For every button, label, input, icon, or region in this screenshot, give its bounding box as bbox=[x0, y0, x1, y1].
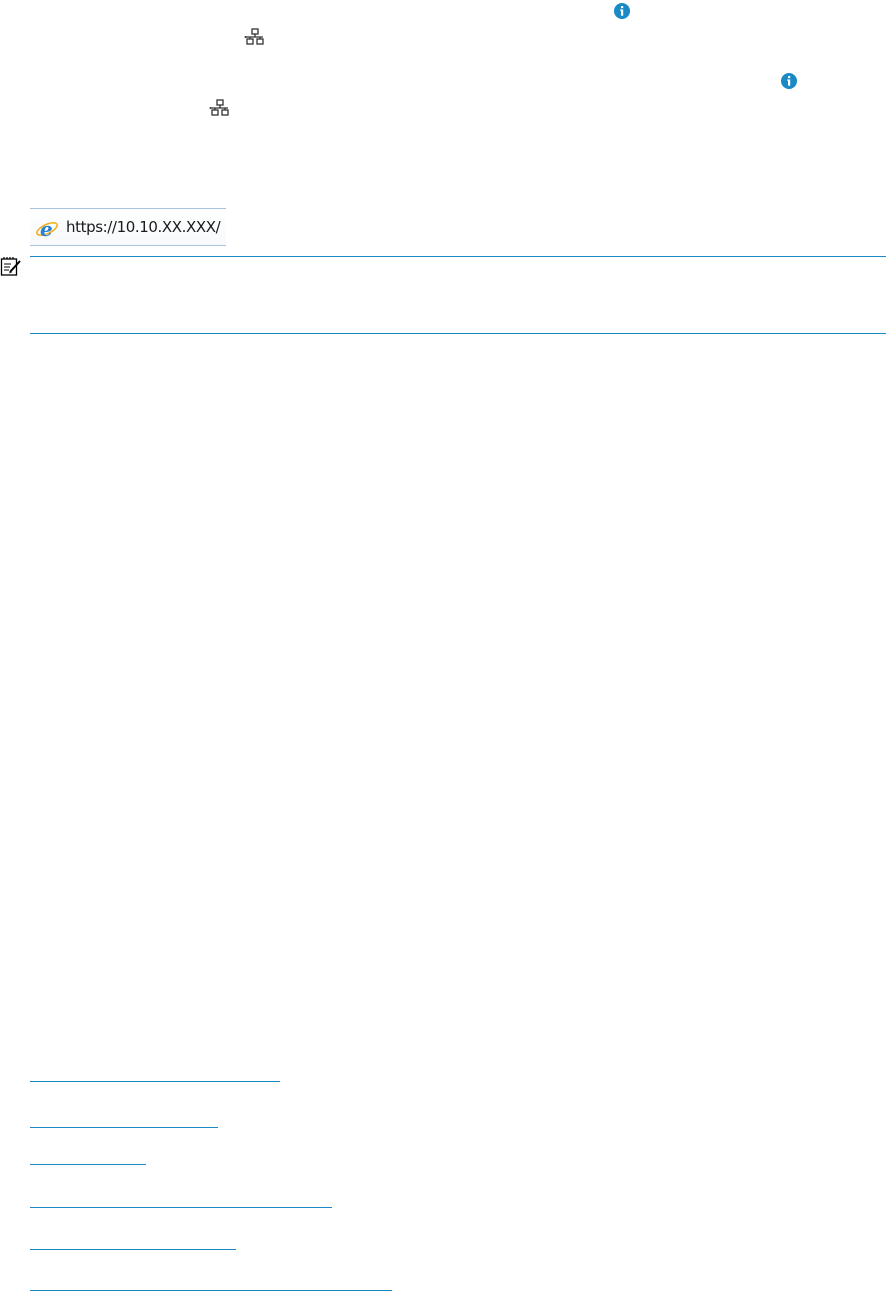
note-top-rule bbox=[30, 256, 886, 257]
network-icon bbox=[244, 28, 266, 46]
link-underline[interactable] bbox=[30, 1164, 146, 1165]
link-underline[interactable] bbox=[30, 1081, 280, 1082]
note-icon bbox=[0, 256, 22, 278]
note-bottom-rule bbox=[30, 333, 886, 334]
network-icon bbox=[209, 99, 231, 117]
info-icon bbox=[614, 3, 630, 19]
link-underline[interactable] bbox=[30, 1290, 392, 1291]
link-underline[interactable] bbox=[30, 1127, 218, 1128]
info-icon bbox=[781, 73, 797, 89]
link-underline[interactable] bbox=[30, 1249, 236, 1250]
svg-text:e: e bbox=[40, 217, 53, 239]
url-text: https://10.10.XX.XXX/ bbox=[66, 218, 221, 236]
internet-explorer-icon: e bbox=[35, 217, 59, 241]
link-underline[interactable] bbox=[30, 1207, 332, 1208]
browser-address-bar: e https://10.10.XX.XXX/ bbox=[30, 208, 226, 246]
